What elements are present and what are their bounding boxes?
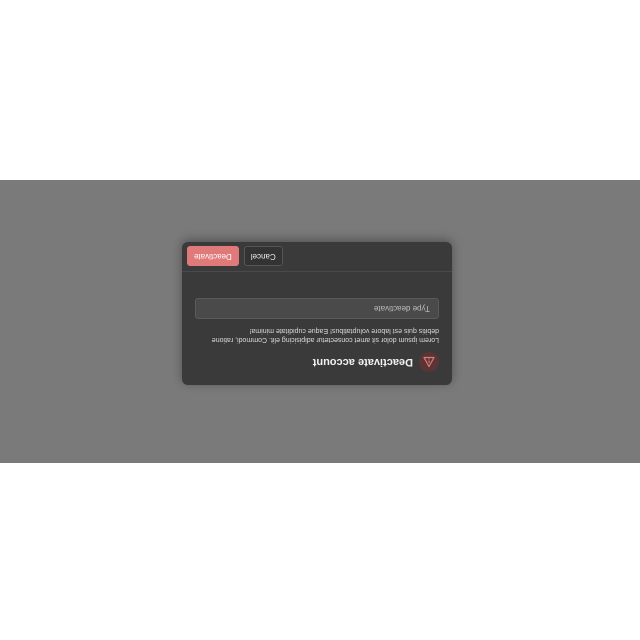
deactivate-button[interactable]: Deactivate (187, 246, 239, 267)
warning-triangle-icon (419, 352, 439, 372)
deactivate-account-dialog: Deactivate account Lorem ipsum dolor sit… (182, 242, 452, 385)
dialog-wrapper: Deactivate account Lorem ipsum dolor sit… (182, 242, 452, 385)
confirm-deactivate-input[interactable] (195, 298, 439, 319)
warning-triangle-svg (423, 356, 435, 368)
dialog-header: Deactivate account (195, 351, 439, 373)
dialog-message: Lorem ipsum dolor sit amet consectetur a… (211, 327, 439, 343)
dialog-title: Deactivate account (312, 356, 413, 368)
dialog-body: Deactivate account Lorem ipsum dolor sit… (182, 298, 452, 385)
cancel-button[interactable]: Cancel (243, 246, 283, 267)
dialog-footer: Cancel Deactivate (182, 242, 452, 272)
page: Deactivate account Lorem ipsum dolor sit… (0, 0, 640, 640)
